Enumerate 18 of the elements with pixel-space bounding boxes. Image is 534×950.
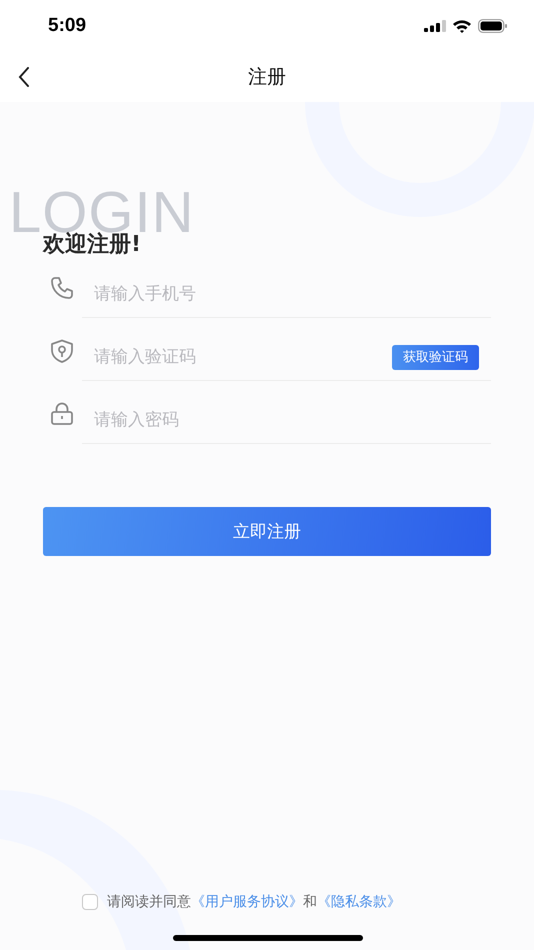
status-time: 5:09 — [48, 15, 86, 37]
signal-icon — [424, 20, 446, 32]
get-code-button[interactable]: 获取验证码 — [392, 344, 479, 370]
wifi-icon — [452, 19, 472, 33]
input-field[interactable]: 请输入验证码 — [94, 342, 392, 372]
input-field[interactable]: 请输入手机号 — [94, 279, 491, 309]
agreement-text: 请阅读并同意《用户服务协议》和《隐私条款》 — [107, 893, 401, 911]
agreement-link[interactable]: 《用户服务协议》 — [191, 894, 303, 910]
page-title: 注册 — [248, 65, 286, 90]
battery-icon — [478, 19, 508, 33]
phone-icon — [50, 276, 74, 300]
shield-icon — [50, 338, 74, 362]
back-button[interactable] — [18, 67, 30, 87]
input-field[interactable]: 请输入密码 — [94, 405, 491, 435]
agreement-checkbox[interactable] — [82, 894, 98, 910]
agreement-link[interactable]: 《隐私条款》 — [317, 894, 401, 910]
register-button[interactable]: 立即注册 — [43, 507, 491, 556]
lock-icon — [50, 402, 74, 426]
